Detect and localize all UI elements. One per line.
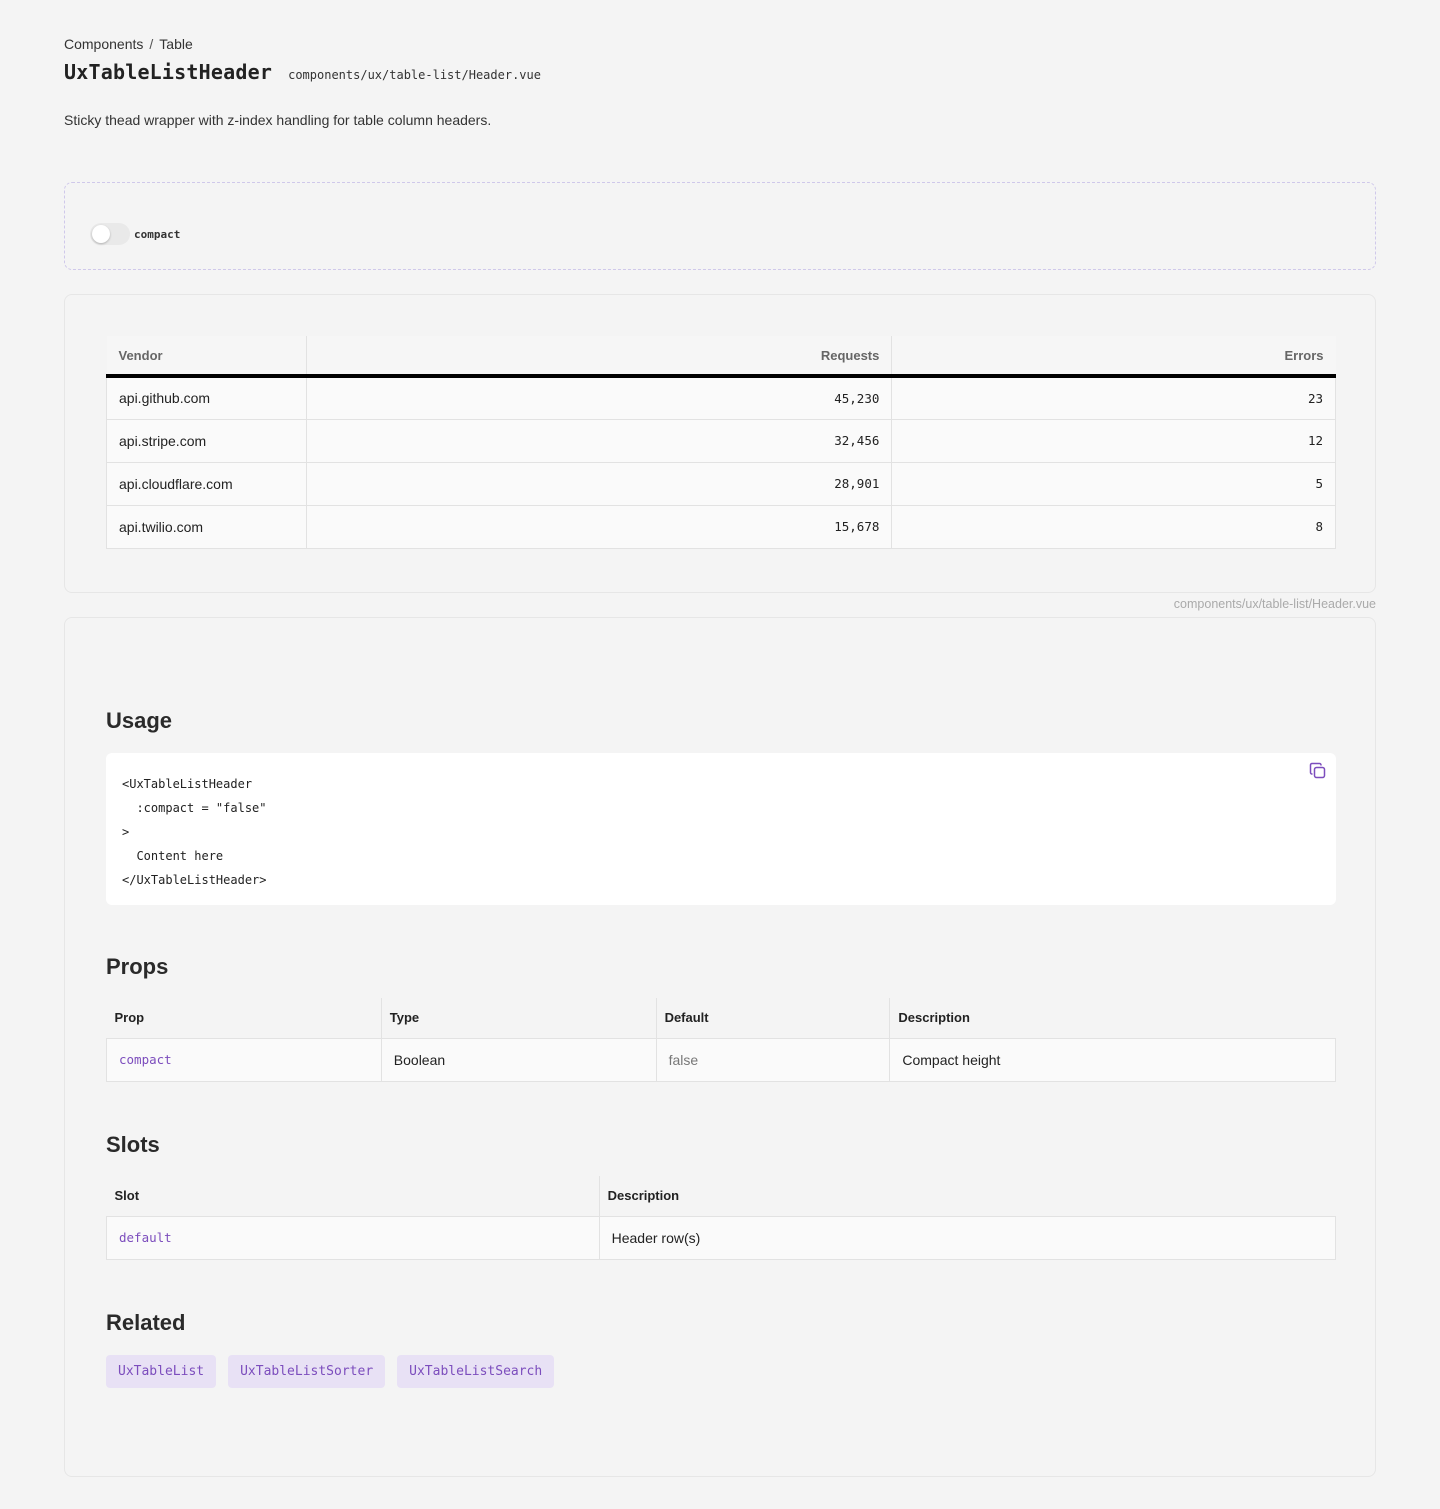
prop-description: Compact height [889,1037,1336,1082]
table-row: api.stripe.com 32,456 12 [106,418,1336,463]
table-row: compact Boolean false Compact height [106,1037,1336,1082]
related-chip-uxtablelistsorter[interactable]: UxTableListSorter [228,1355,386,1388]
demo-table: Vendor Requests Errors api.github.com 45… [106,336,1336,549]
related-heading: Related [106,1310,186,1335]
related-chip-uxtablelistsearch[interactable]: UxTableListSearch [397,1355,555,1388]
usage-code-block: <UxTableListHeader :compact = "false" > … [106,753,1336,905]
demo-table-header: Vendor Requests Errors [106,336,1336,376]
errors-cell: 23 [891,375,1336,420]
column-header-vendor: Vendor [106,336,307,376]
requests-cell: 28,901 [305,461,893,506]
preview-panel: Vendor Requests Errors api.github.com 45… [64,294,1376,593]
breadcrumb-separator: / [149,36,154,52]
slots-column-slot: Slot [106,1176,600,1216]
related-chip-uxtablelist[interactable]: UxTableList [106,1355,217,1388]
column-header-errors: Errors [891,336,1336,376]
slots-column-description: Description [599,1176,1336,1216]
copy-icon[interactable] [1308,761,1328,781]
related-list: UxTableList UxTableListSorter UxTableLis… [106,1355,555,1388]
props-table: Prop Type Default Description compact Bo… [106,998,1336,1082]
code-line: > [122,825,130,839]
vendor-cell: api.stripe.com [106,418,307,463]
code-line: </UxTableListHeader> [122,873,267,887]
vendor-cell: api.github.com [106,375,307,420]
errors-cell: 12 [891,418,1336,463]
docs-panel: Usage <UxTableListHeader :compact = "fal… [64,617,1376,1477]
slot-name: default [106,1215,600,1260]
props-column-description: Description [889,998,1336,1038]
page-description: Sticky thead wrapper with z-index handli… [64,112,492,128]
code-line: <UxTableListHeader [122,777,253,791]
props-column-prop: Prop [106,998,382,1038]
component-path: components/ux/table-list/Header.vue [288,68,541,82]
prop-name: compact [106,1037,382,1082]
column-header-requests: Requests [306,336,893,376]
slot-description: Header row(s) [598,1215,1337,1260]
page-title: UxTableListHeader [64,60,273,84]
usage-heading: Usage [106,708,173,733]
table-row: api.twilio.com 15,678 8 [106,504,1336,549]
prop-default: false [655,1037,891,1082]
breadcrumb-components[interactable]: Components [64,36,143,52]
table-row: default Header row(s) [106,1215,1337,1260]
slots-table: Slot Description default Header row(s) [106,1176,1337,1260]
code-line: Content here [122,849,224,863]
compact-toggle[interactable] [90,223,130,245]
code-line: :compact = "false" [122,801,267,815]
requests-cell: 15,678 [305,504,893,549]
errors-cell: 5 [891,461,1336,506]
breadcrumb-table[interactable]: Table [159,36,192,52]
props-column-type: Type [381,998,657,1038]
props-column-default: Default [656,998,891,1038]
table-row: api.github.com 45,230 23 [106,375,1336,420]
prop-type: Boolean [380,1037,657,1082]
vendor-cell: api.cloudflare.com [106,461,307,506]
source-path-caption: components/ux/table-list/Header.vue [1173,597,1376,611]
title-row: UxTableListHeader components/ux/table-li… [64,60,541,84]
controls-panel: compact [64,182,1376,270]
compact-toggle-label: compact [134,228,181,241]
requests-cell: 32,456 [305,418,893,463]
breadcrumb: Components / Table [64,36,193,52]
requests-cell: 45,230 [305,375,893,420]
props-heading: Props [106,954,169,979]
slots-heading: Slots [106,1132,160,1157]
table-row: api.cloudflare.com 28,901 5 [106,461,1336,506]
vendor-cell: api.twilio.com [106,504,307,549]
errors-cell: 8 [891,504,1336,549]
toggle-knob [92,225,110,243]
